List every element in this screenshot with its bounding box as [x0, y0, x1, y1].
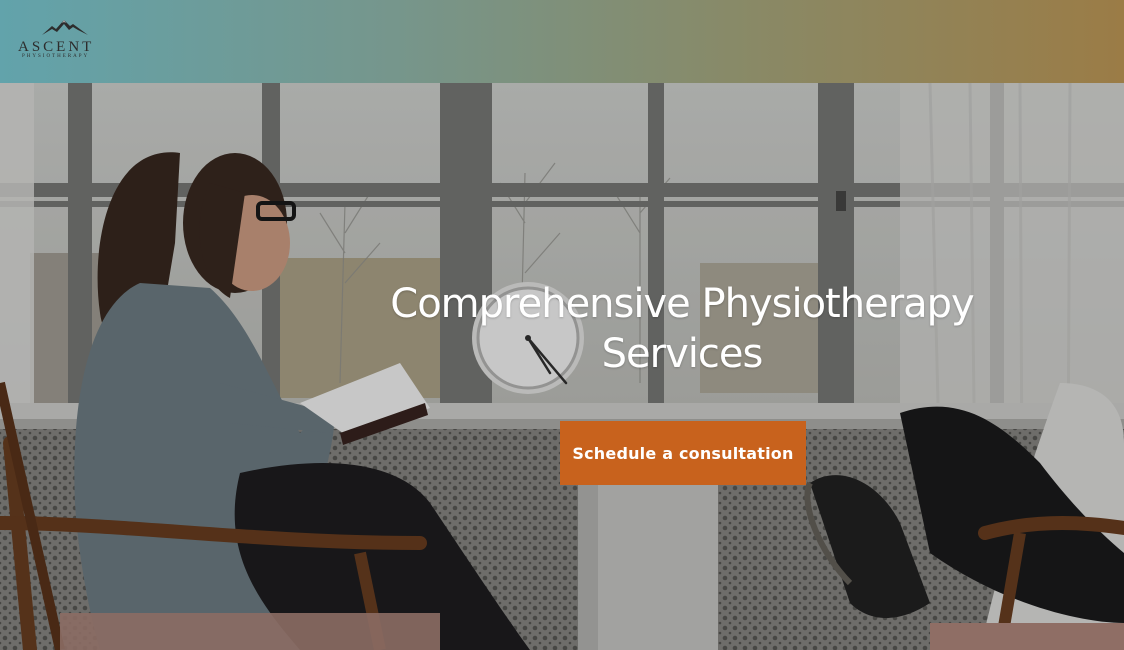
hero-title: Comprehensive Physiotherapy Services [330, 279, 1034, 379]
site-header: ASCENT PHYSIOTHERAPY [0, 0, 1124, 83]
hero-title-line-2: Services [601, 331, 764, 377]
site-logo[interactable]: ASCENT PHYSIOTHERAPY [18, 18, 118, 62]
mountain-icon [42, 20, 88, 35]
hero-title-line-1: Comprehensive Physiotherapy [390, 281, 974, 327]
hero-section: Comprehensive Physiotherapy Services Sch… [0, 83, 1124, 650]
page: ASCENT PHYSIOTHERAPY Comprehensive Physi… [0, 0, 1124, 650]
schedule-consultation-button[interactable]: Schedule a consultation [560, 421, 806, 485]
logo-subtitle: PHYSIOTHERAPY [22, 54, 90, 59]
